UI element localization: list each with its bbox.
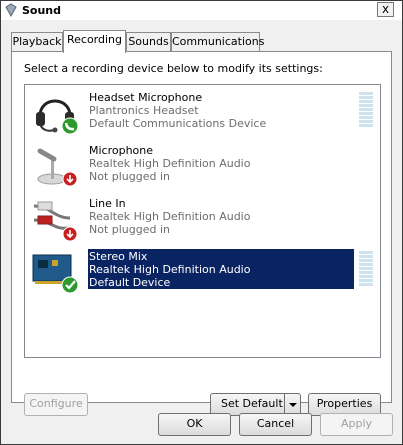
configure-button[interactable]: Configure (24, 393, 88, 416)
device-text: Microphone Realtek High Definition Audio… (89, 144, 250, 183)
check-badge (61, 276, 79, 294)
device-name: Stereo Mix (89, 250, 148, 263)
device-microphone[interactable]: Microphone Realtek High Definition Audio… (26, 140, 379, 192)
set-default-label: Set Default (221, 397, 283, 410)
device-status: Default Communications Device (89, 117, 267, 130)
instruction-text: Select a recording device below to modif… (24, 62, 323, 75)
tab-recording[interactable]: Recording (63, 30, 126, 53)
device-name: Microphone (89, 144, 154, 157)
level-meter (359, 251, 373, 289)
device-text: Line In Realtek High Definition Audio No… (89, 197, 250, 236)
tab-sounds[interactable]: Sounds (126, 32, 171, 51)
dialog-body: Playback Recording Sounds Communications… (1, 20, 402, 444)
down-arrow-badge (62, 171, 78, 187)
rca-cable-icon (33, 201, 78, 242)
apply-button[interactable]: Apply (320, 413, 393, 436)
device-status: Default Device (89, 276, 171, 289)
down-arrow-badge (62, 226, 78, 242)
sound-card-icon (32, 254, 79, 294)
window-title: Sound (22, 4, 62, 17)
phone-badge (61, 117, 79, 135)
headset-icon (36, 99, 79, 135)
device-status: Not plugged in (89, 223, 171, 236)
tab-playback[interactable]: Playback (11, 32, 63, 51)
device-status: Not plugged in (89, 170, 171, 183)
device-driver: Plantronics Headset (89, 104, 199, 117)
cancel-button[interactable]: Cancel (239, 413, 312, 436)
title-bar: Sound x (1, 1, 402, 20)
close-button[interactable]: x (377, 2, 394, 17)
microphone-icon (37, 148, 78, 187)
device-line-in[interactable]: Line In Realtek High Definition Audio No… (26, 193, 379, 245)
device-text: Headset Microphone Plantronics Headset D… (89, 91, 266, 130)
device-headset-microphone[interactable]: Headset Microphone Plantronics Headset D… (26, 87, 379, 139)
device-driver: Realtek High Definition Audio (89, 263, 251, 276)
device-stereo-mix[interactable]: Stereo Mix Realtek High Definition Audio… (26, 246, 379, 298)
device-driver: Realtek High Definition Audio (89, 157, 251, 170)
level-meter (359, 92, 373, 130)
device-name: Headset Microphone (89, 91, 203, 104)
recording-panel: Select a recording device below to modif… (11, 51, 392, 416)
device-text: Stereo Mix Realtek High Definition Audio… (89, 250, 250, 289)
ok-button[interactable]: OK (158, 413, 231, 436)
sound-window: Sound x Playback Recording Sounds Commun… (0, 0, 403, 445)
chevron-down-icon[interactable] (284, 394, 300, 415)
device-name: Line In (89, 197, 126, 210)
device-driver: Realtek High Definition Audio (89, 210, 251, 223)
tab-communications[interactable]: Communications (171, 32, 264, 51)
speaker-app-icon (5, 3, 17, 17)
device-list[interactable]: Headset Microphone Plantronics Headset D… (24, 84, 381, 358)
